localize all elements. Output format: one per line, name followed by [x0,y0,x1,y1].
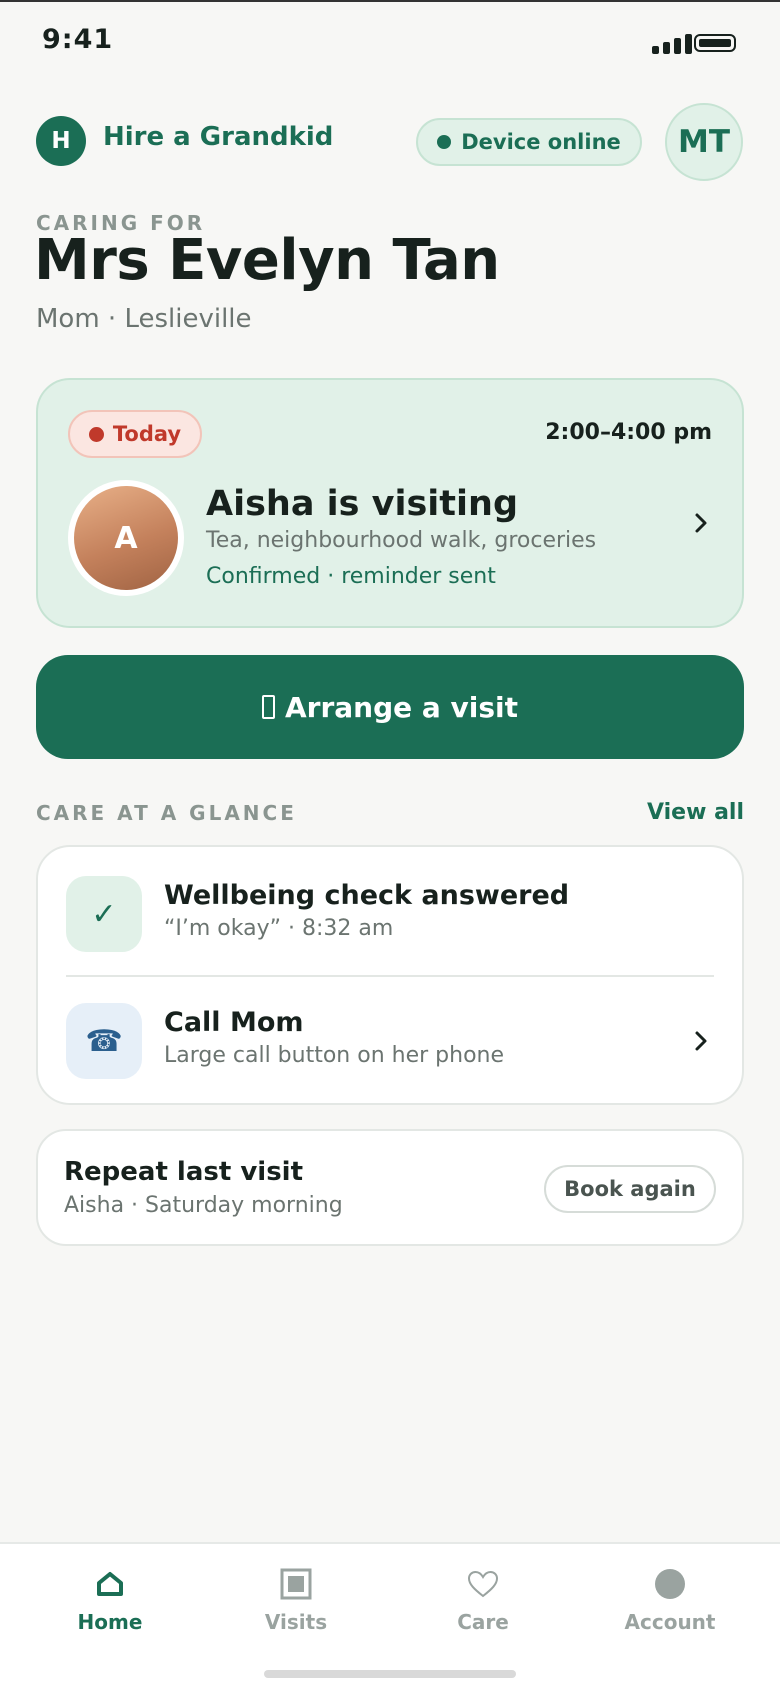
call-mom-subtitle: Large call button on her phone [164,1043,505,1068]
device-status-label: Device online [461,130,621,154]
visitor-avatar: A [68,480,184,596]
home-indicator [264,1670,516,1678]
account-icon [654,1564,686,1604]
book-again-button[interactable]: Book again [544,1165,716,1213]
care-section-label: CARE AT A GLANCE [36,801,297,825]
repeat-visit-subtitle: Aisha · Saturday morning [64,1193,343,1218]
tab-care[interactable]: Care [403,1564,563,1644]
bottom-tab-bar: Home Visits Care Account [0,1542,780,1688]
app-logo: H [36,116,86,166]
today-badge: Today [68,410,202,458]
tab-visits-label: Visits [264,1610,328,1634]
visit-time: 2:00–4:00 pm [545,420,712,445]
wellbeing-title: Wellbeing check answered [164,880,570,911]
call-mom-row[interactable]: ☎ Call Mom Large call button on her phon… [38,974,742,1099]
tab-visits[interactable]: Visits [216,1564,376,1644]
tab-account[interactable]: Account [590,1564,750,1644]
patient-name: Mrs Evelyn Tan [34,228,500,293]
repeat-visit-title: Repeat last visit [64,1157,304,1187]
wellbeing-subtitle: “I’m okay” · 8:32 am [164,916,394,941]
upcoming-visit-card[interactable]: Today 2:00–4:00 pm A Aisha is visiting T… [36,378,744,628]
arrange-visit-button[interactable]: Arrange a visit [36,655,744,759]
online-dot-icon [437,135,452,149]
phone-icon: ☎ [66,1003,142,1079]
repeat-visit-card: Repeat last visit Aisha · Saturday morni… [36,1129,744,1246]
visit-status: Confirmed · reminder sent [206,564,496,589]
heart-icon [466,1564,500,1604]
chevron-right-icon[interactable] [688,510,714,536]
care-glance-card: ✓ Wellbeing check answered “I’m okay” · … [36,845,744,1105]
battery-icon [694,34,736,52]
today-dot-icon [88,426,104,442]
phone-glyph-icon [261,695,275,719]
visit-description: Tea, neighbourhood walk, groceries [206,528,597,553]
tab-account-label: Account [624,1610,716,1634]
home-icon [96,1564,124,1604]
device-status-badge[interactable]: Device online [416,118,642,166]
visit-title: Aisha is visiting [206,484,518,524]
status-time: 9:41 [42,24,114,55]
call-mom-title: Call Mom [164,1007,304,1038]
tab-care-label: Care [457,1610,509,1634]
check-icon: ✓ [66,876,142,952]
wellbeing-check-row[interactable]: ✓ Wellbeing check answered “I’m okay” · … [38,847,742,972]
brand-name: Hire a Grandkid [103,122,334,152]
tab-home[interactable]: Home [30,1564,190,1644]
visitor-initial: A [74,486,178,590]
patient-subtitle: Mom · Leslieville [36,304,252,334]
today-badge-label: Today [112,422,182,446]
top-edge [0,0,780,2]
calendar-icon [280,1564,312,1604]
chevron-right-icon[interactable] [688,1028,714,1054]
arrange-visit-label: Arrange a visit [284,690,519,724]
tab-home-label: Home [77,1610,143,1634]
user-avatar[interactable]: MT [665,103,743,181]
view-all-link[interactable]: View all [647,800,744,825]
